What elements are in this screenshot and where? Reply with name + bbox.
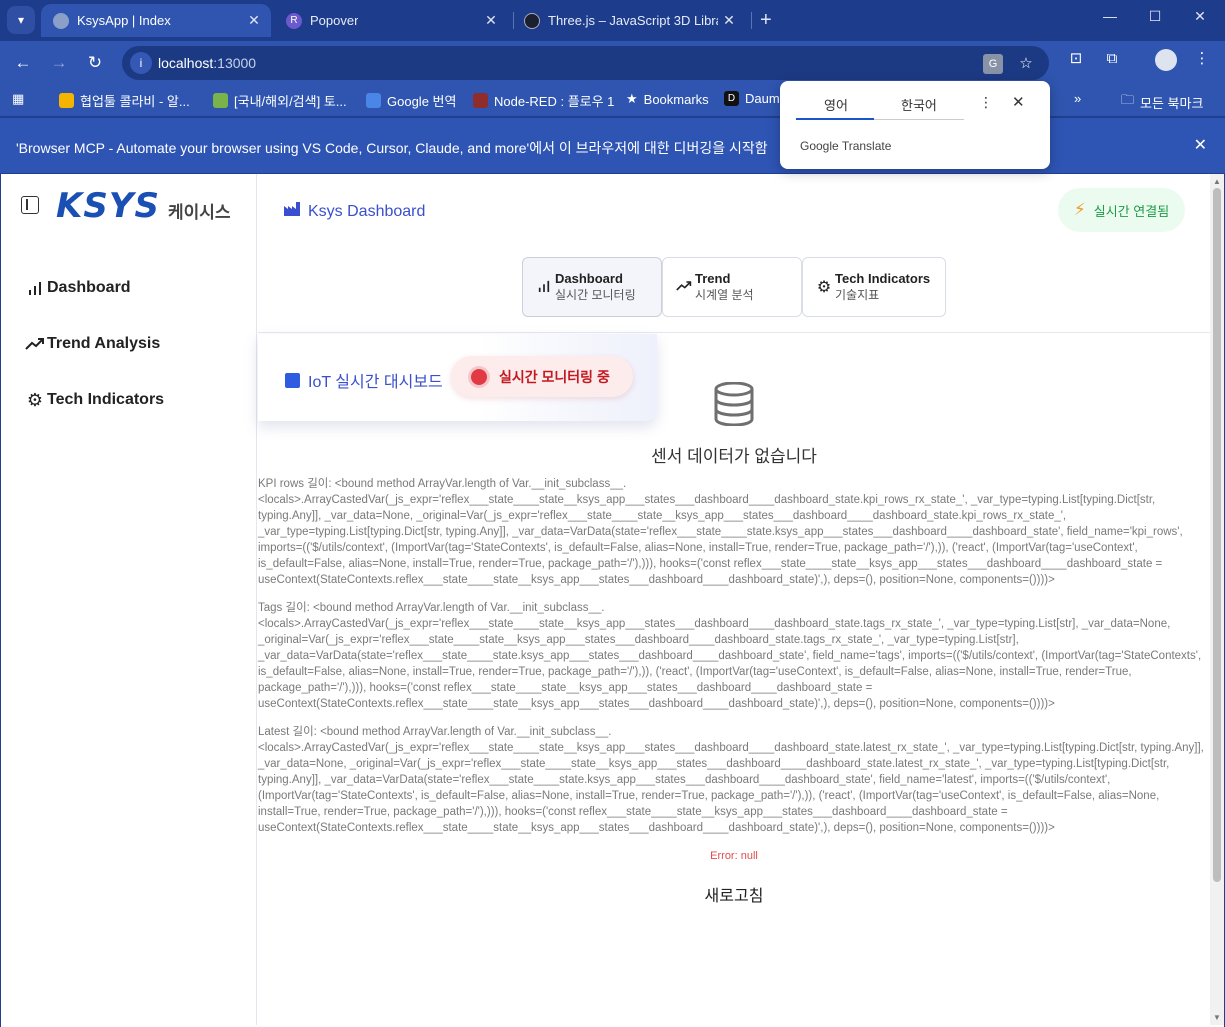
debug-latest: Latest 길이: <bound method ArrayVar.length… bbox=[258, 726, 1204, 834]
bar-chart-icon bbox=[25, 278, 45, 298]
scrollbar-thumb[interactable] bbox=[1213, 188, 1221, 882]
daum-favicon: D bbox=[724, 91, 739, 106]
close-infobar-icon[interactable]: ✕ bbox=[1194, 135, 1207, 155]
more-options-icon[interactable]: ⋮ bbox=[979, 94, 993, 111]
translate-icon[interactable]: G bbox=[983, 54, 1003, 74]
factory-icon bbox=[284, 202, 300, 221]
close-icon[interactable]: ✕ bbox=[1012, 93, 1025, 111]
reflex-icon: R bbox=[286, 12, 302, 29]
iot-header-card: IoT 실시간 대시보드 실시간 모니터링 중 bbox=[258, 334, 657, 421]
extensions-puzzle-icon[interactable]: ⧉ bbox=[1102, 49, 1122, 69]
close-tab-icon[interactable]: ✕ bbox=[245, 11, 263, 29]
translate-popover: 영어 한국어 ⋮ ✕ Google Translate bbox=[780, 81, 1050, 169]
all-bookmarks-folder[interactable]: 🗀 모든 북마크 bbox=[1121, 91, 1203, 113]
connection-status-badge: ⚡ 실시간 연결됨 bbox=[1058, 188, 1185, 232]
refresh-button[interactable]: 새로고침 bbox=[258, 882, 1210, 906]
more-bookmarks-button[interactable]: » bbox=[1074, 91, 1081, 106]
tab-search-button[interactable]: ▾ bbox=[7, 6, 35, 34]
scroll-down-icon[interactable]: ▼ bbox=[1213, 1013, 1221, 1022]
close-window-icon[interactable]: ✕ bbox=[1185, 8, 1215, 25]
gear-icon: ⚙ bbox=[816, 279, 832, 296]
reload-icon[interactable]: ↻ bbox=[83, 51, 107, 75]
address-bar[interactable]: i localhost:13000 G ☆ bbox=[122, 46, 1049, 80]
target-language-tab[interactable]: 한국어 bbox=[901, 95, 937, 114]
folder-icon: 🗀 bbox=[1121, 92, 1135, 107]
browser-menu-icon[interactable]: ⋮ bbox=[1192, 49, 1212, 69]
debug-kpi-rows: KPI rows 길이: <bound method ArrayVar.leng… bbox=[258, 478, 1183, 586]
node-red-favicon bbox=[473, 93, 488, 108]
app-window: KSYS 케이시스 Dashboard Trend Analysis ⚙ Tec… bbox=[1, 174, 1224, 1027]
new-tab-icon[interactable]: + bbox=[760, 9, 772, 32]
bookmark-item[interactable]: ★ Bookmarks bbox=[626, 91, 709, 107]
tab-divider bbox=[751, 12, 752, 29]
bar-chart-icon bbox=[535, 279, 553, 295]
selected-tab-indicator bbox=[796, 118, 874, 120]
database-icon bbox=[714, 382, 754, 426]
browser-tab-popover[interactable]: R Popover ✕ bbox=[274, 4, 508, 37]
browser-toolbar: ← → ↻ i localhost:13000 G ☆ ⊡ ⧉ ⋮ bbox=[0, 41, 1225, 84]
logo-subtitle: 케이시스 bbox=[168, 203, 231, 222]
extension-robot-icon[interactable]: ⊡ bbox=[1066, 49, 1086, 69]
debug-tags: Tags 길이: <bound method ArrayVar.length o… bbox=[258, 602, 1202, 710]
close-tab-icon[interactable]: ✕ bbox=[482, 11, 500, 29]
scroll-up-icon[interactable]: ▲ bbox=[1213, 177, 1221, 186]
threejs-icon bbox=[524, 12, 540, 29]
bookmark-star-icon[interactable]: ☆ bbox=[1016, 54, 1036, 74]
tab-tech-indicators[interactable]: ⚙ Tech Indicators 기술지표 bbox=[802, 257, 946, 317]
sidebar-item-tech-indicators[interactable]: ⚙ Tech Indicators bbox=[25, 388, 164, 412]
sidebar-collapse-icon[interactable] bbox=[21, 196, 39, 214]
empty-state-message: 센서 데이터가 없습니다 bbox=[651, 447, 817, 466]
back-arrow-icon[interactable]: ← bbox=[11, 51, 35, 75]
source-language-tab[interactable]: 영어 bbox=[824, 95, 848, 114]
debugging-message: 'Browser MCP - Automate your browser usi… bbox=[16, 140, 768, 156]
square-icon bbox=[285, 372, 300, 388]
maximize-icon[interactable]: ☐ bbox=[1140, 8, 1170, 25]
close-tab-icon[interactable]: ✕ bbox=[720, 11, 738, 29]
profile-avatar[interactable] bbox=[1155, 49, 1177, 71]
ksys-logo: KSYS bbox=[56, 186, 160, 226]
bookmark-item[interactable]: [국내/해외/검색] 토... bbox=[213, 91, 347, 110]
bookmark-favicon bbox=[59, 93, 74, 108]
sidebar-item-dashboard[interactable]: Dashboard bbox=[25, 276, 131, 300]
browser-tab-bar: ▾ KsysApp | Index ✕ R Popover ✕ Three.js… bbox=[0, 0, 1225, 41]
trending-up-icon bbox=[675, 279, 693, 295]
apps-grid-icon[interactable]: ▦ bbox=[12, 91, 24, 107]
lightning-icon: ⚡ bbox=[1073, 200, 1086, 219]
live-dot-icon bbox=[471, 368, 487, 385]
minimize-icon[interactable]: — bbox=[1095, 8, 1125, 24]
google-translate-favicon bbox=[366, 93, 381, 108]
page-scrollbar[interactable]: ▲ ▼ bbox=[1210, 174, 1224, 1025]
bookmark-item[interactable]: Google 번역 bbox=[366, 91, 456, 110]
divider bbox=[258, 332, 1210, 333]
bookmark-item[interactable]: Node-RED : 플로우 1 bbox=[473, 91, 614, 110]
gear-icon: ⚙ bbox=[26, 389, 44, 410]
sidebar: KSYS 케이시스 Dashboard Trend Analysis ⚙ Tec… bbox=[1, 174, 257, 1025]
error-message: Error: null bbox=[710, 850, 758, 862]
iot-title: IoT 실시간 대시보드 bbox=[285, 368, 443, 392]
tab-trend[interactable]: Trend 시계열 분석 bbox=[662, 257, 802, 317]
forward-arrow-icon[interactable]: → bbox=[47, 51, 71, 75]
google-translate-brand: Google Translate bbox=[800, 139, 892, 153]
bookmark-favicon bbox=[213, 93, 228, 108]
tab-dashboard[interactable]: Dashboard 실시간 모니터링 bbox=[522, 257, 662, 317]
url-port: :13000 bbox=[213, 55, 257, 71]
bookmark-item[interactable]: D Daum bbox=[724, 91, 780, 106]
sidebar-item-trend-analysis[interactable]: Trend Analysis bbox=[25, 332, 160, 356]
globe-icon bbox=[53, 12, 69, 29]
bookmark-item[interactable]: 협업툴 콜라비 - 알... bbox=[59, 91, 190, 110]
main-content: Ksys Dashboard ⚡ 실시간 연결됨 Dashboard 실시간 모… bbox=[258, 174, 1210, 1025]
site-info-icon[interactable]: i bbox=[130, 52, 152, 74]
browser-tab-threejs[interactable]: Three.js – JavaScript 3D Library ✕ bbox=[512, 4, 746, 37]
page-title: Ksys Dashboard bbox=[284, 202, 425, 221]
star-icon: ★ bbox=[626, 91, 638, 106]
tab-divider bbox=[874, 119, 964, 120]
url-host: localhost bbox=[158, 55, 214, 71]
trending-up-icon bbox=[25, 334, 45, 354]
browser-tab-ksysapp[interactable]: KsysApp | Index ✕ bbox=[41, 4, 271, 37]
live-monitoring-badge: 실시간 모니터링 중 bbox=[451, 356, 633, 397]
